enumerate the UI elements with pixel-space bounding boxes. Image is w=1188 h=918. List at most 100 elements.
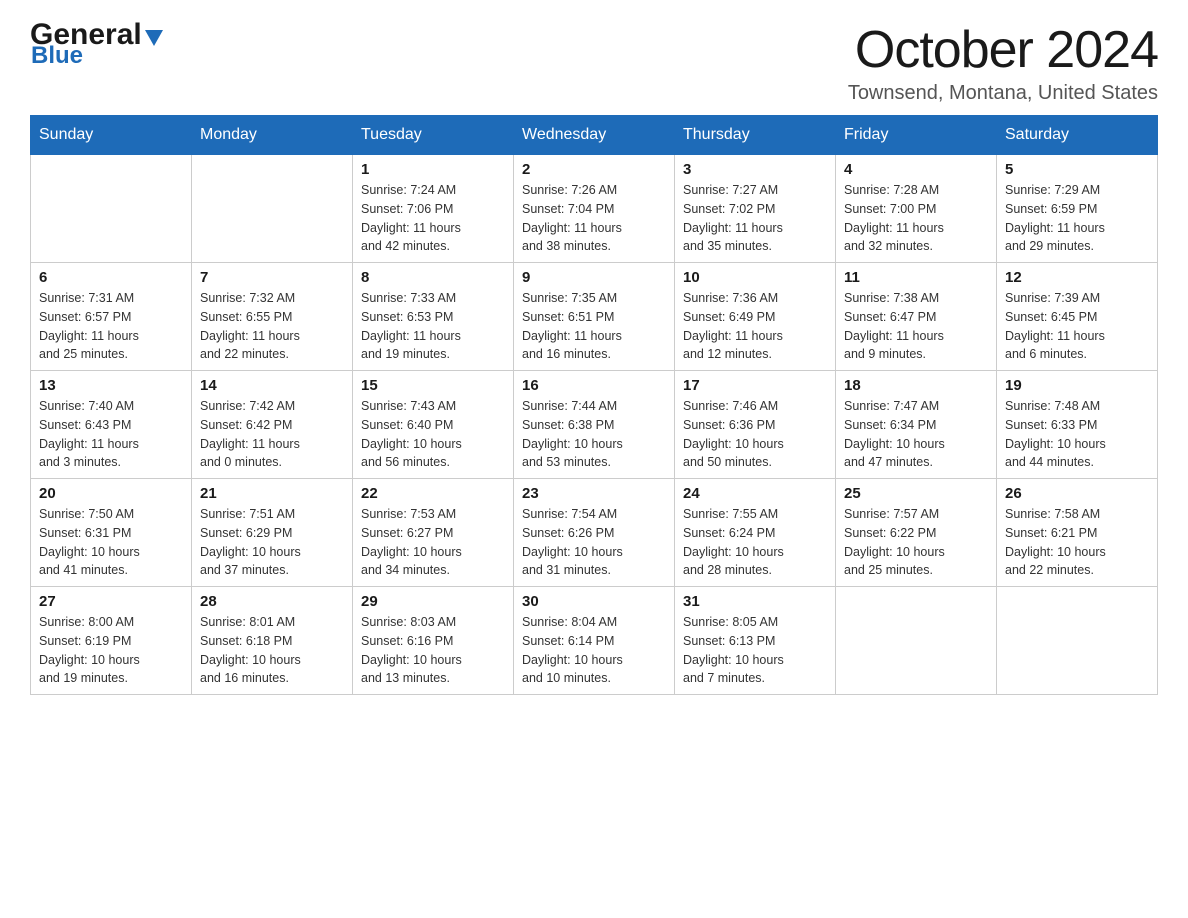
day-number: 10: [683, 269, 827, 286]
day-number: 4: [844, 161, 988, 178]
day-number: 23: [522, 485, 666, 502]
day-number: 14: [200, 377, 344, 394]
calendar-cell: 26Sunrise: 7:58 AM Sunset: 6:21 PM Dayli…: [997, 479, 1158, 587]
calendar-table: SundayMondayTuesdayWednesdayThursdayFrid…: [30, 115, 1158, 695]
day-info: Sunrise: 8:05 AM Sunset: 6:13 PM Dayligh…: [683, 613, 827, 688]
calendar-cell: [836, 587, 997, 695]
day-info: Sunrise: 8:04 AM Sunset: 6:14 PM Dayligh…: [522, 613, 666, 688]
calendar-cell: 5 Sunrise: 7:29 AM Sunset: 6:59 PM Daylig…: [997, 155, 1158, 263]
day-number: 26: [1005, 485, 1149, 502]
day-number: 28: [200, 593, 344, 610]
calendar-cell: 10 Sunrise: 7:36 AM Sunset: 6:49 PM Dayli…: [675, 263, 836, 371]
day-header-friday: Friday: [836, 116, 997, 155]
logo-triangle-icon: [143, 26, 165, 48]
day-header-sunday: Sunday: [31, 116, 192, 155]
calendar-cell: 22 Sunrise: 7:53 AM Sunset: 6:27 PM Dayli…: [353, 479, 514, 587]
calendar-cell: 1 Sunrise: 7:24 AM Sunset: 7:06 PM Daylig…: [353, 155, 514, 263]
day-number: 22: [361, 485, 505, 502]
week-row-3: 13 Sunrise: 7:40 AM Sunset: 6:43 PM Dayli…: [31, 371, 1158, 479]
calendar-cell: [31, 155, 192, 263]
week-row-1: 1 Sunrise: 7:24 AM Sunset: 7:06 PM Daylig…: [31, 155, 1158, 263]
day-number: 18: [844, 377, 988, 394]
day-header-monday: Monday: [192, 116, 353, 155]
calendar-body: 1 Sunrise: 7:24 AM Sunset: 7:06 PM Daylig…: [31, 155, 1158, 695]
day-number: 30: [522, 593, 666, 610]
day-info: Sunrise: 7:44 AM Sunset: 6:38 PM Dayligh…: [522, 397, 666, 472]
location-title: Townsend, Montana, United States: [848, 82, 1158, 105]
day-info: Sunrise: 7:47 AM Sunset: 6:34 PM Dayligh…: [844, 397, 988, 472]
calendar-cell: [997, 587, 1158, 695]
calendar-header: SundayMondayTuesdayWednesdayThursdayFrid…: [31, 116, 1158, 155]
calendar-cell: 31 Sunrise: 8:05 AM Sunset: 6:13 PM Dayli…: [675, 587, 836, 695]
month-title: October 2024: [848, 20, 1158, 80]
day-info: Sunrise: 7:39 AM Sunset: 6:45 PM Dayligh…: [1005, 289, 1149, 364]
calendar-cell: 6Sunrise: 7:31 AM Sunset: 6:57 PM Daylig…: [31, 263, 192, 371]
day-info: Sunrise: 7:38 AM Sunset: 6:47 PM Dayligh…: [844, 289, 988, 364]
calendar-cell: 14Sunrise: 7:42 AM Sunset: 6:42 PM Dayli…: [192, 371, 353, 479]
calendar-cell: 2 Sunrise: 7:26 AM Sunset: 7:04 PM Daylig…: [514, 155, 675, 263]
logo: General Blue: [30, 20, 165, 68]
day-info: Sunrise: 7:51 AM Sunset: 6:29 PM Dayligh…: [200, 505, 344, 580]
day-info: Sunrise: 7:32 AM Sunset: 6:55 PM Dayligh…: [200, 289, 344, 364]
day-number: 19: [1005, 377, 1149, 394]
calendar-cell: 13 Sunrise: 7:40 AM Sunset: 6:43 PM Dayli…: [31, 371, 192, 479]
day-info: Sunrise: 7:33 AM Sunset: 6:53 PM Dayligh…: [361, 289, 505, 364]
calendar-cell: 17 Sunrise: 7:46 AM Sunset: 6:36 PM Dayli…: [675, 371, 836, 479]
calendar-cell: 16Sunrise: 7:44 AM Sunset: 6:38 PM Dayli…: [514, 371, 675, 479]
day-info: Sunrise: 7:48 AM Sunset: 6:33 PM Dayligh…: [1005, 397, 1149, 472]
day-info: Sunrise: 7:46 AM Sunset: 6:36 PM Dayligh…: [683, 397, 827, 472]
calendar-cell: 27 Sunrise: 8:00 AM Sunset: 6:19 PM Dayli…: [31, 587, 192, 695]
day-header-thursday: Thursday: [675, 116, 836, 155]
day-info: Sunrise: 7:40 AM Sunset: 6:43 PM Dayligh…: [39, 397, 183, 472]
day-number: 17: [683, 377, 827, 394]
title-area: October 2024 Townsend, Montana, United S…: [848, 20, 1158, 105]
day-info: Sunrise: 7:50 AM Sunset: 6:31 PM Dayligh…: [39, 505, 183, 580]
calendar-cell: 21 Sunrise: 7:51 AM Sunset: 6:29 PM Dayli…: [192, 479, 353, 587]
day-number: 29: [361, 593, 505, 610]
day-number: 11: [844, 269, 988, 286]
day-info: Sunrise: 7:35 AM Sunset: 6:51 PM Dayligh…: [522, 289, 666, 364]
day-info: Sunrise: 7:26 AM Sunset: 7:04 PM Dayligh…: [522, 181, 666, 256]
day-info: Sunrise: 7:53 AM Sunset: 6:27 PM Dayligh…: [361, 505, 505, 580]
day-info: Sunrise: 7:29 AM Sunset: 6:59 PM Dayligh…: [1005, 181, 1149, 256]
calendar-cell: 11 Sunrise: 7:38 AM Sunset: 6:47 PM Dayli…: [836, 263, 997, 371]
day-info: Sunrise: 7:28 AM Sunset: 7:00 PM Dayligh…: [844, 181, 988, 256]
day-info: Sunrise: 8:01 AM Sunset: 6:18 PM Dayligh…: [200, 613, 344, 688]
day-number: 21: [200, 485, 344, 502]
day-number: 25: [844, 485, 988, 502]
calendar-cell: 8Sunrise: 7:33 AM Sunset: 6:53 PM Daylig…: [353, 263, 514, 371]
calendar-cell: 9 Sunrise: 7:35 AM Sunset: 6:51 PM Daylig…: [514, 263, 675, 371]
calendar-cell: 18 Sunrise: 7:47 AM Sunset: 6:34 PM Dayli…: [836, 371, 997, 479]
day-number: 13: [39, 377, 183, 394]
day-number: 31: [683, 593, 827, 610]
calendar-cell: 29 Sunrise: 8:03 AM Sunset: 6:16 PM Dayli…: [353, 587, 514, 695]
day-header-tuesday: Tuesday: [353, 116, 514, 155]
day-number: 5: [1005, 161, 1149, 178]
week-row-2: 6Sunrise: 7:31 AM Sunset: 6:57 PM Daylig…: [31, 263, 1158, 371]
calendar-cell: 19 Sunrise: 7:48 AM Sunset: 6:33 PM Dayli…: [997, 371, 1158, 479]
day-number: 2: [522, 161, 666, 178]
day-header-saturday: Saturday: [997, 116, 1158, 155]
calendar-cell: 24Sunrise: 7:55 AM Sunset: 6:24 PM Dayli…: [675, 479, 836, 587]
day-info: Sunrise: 8:00 AM Sunset: 6:19 PM Dayligh…: [39, 613, 183, 688]
day-number: 27: [39, 593, 183, 610]
days-of-week-row: SundayMondayTuesdayWednesdayThursdayFrid…: [31, 116, 1158, 155]
calendar-cell: 4 Sunrise: 7:28 AM Sunset: 7:00 PM Daylig…: [836, 155, 997, 263]
day-info: Sunrise: 7:43 AM Sunset: 6:40 PM Dayligh…: [361, 397, 505, 472]
day-info: Sunrise: 7:24 AM Sunset: 7:06 PM Dayligh…: [361, 181, 505, 256]
day-number: 9: [522, 269, 666, 286]
day-info: Sunrise: 7:57 AM Sunset: 6:22 PM Dayligh…: [844, 505, 988, 580]
calendar-cell: 3Sunrise: 7:27 AM Sunset: 7:02 PM Daylig…: [675, 155, 836, 263]
week-row-5: 27 Sunrise: 8:00 AM Sunset: 6:19 PM Dayli…: [31, 587, 1158, 695]
day-number: 1: [361, 161, 505, 178]
calendar-cell: 15Sunrise: 7:43 AM Sunset: 6:40 PM Dayli…: [353, 371, 514, 479]
day-number: 6: [39, 269, 183, 286]
day-info: Sunrise: 7:27 AM Sunset: 7:02 PM Dayligh…: [683, 181, 827, 256]
day-info: Sunrise: 8:03 AM Sunset: 6:16 PM Dayligh…: [361, 613, 505, 688]
calendar-cell: 23Sunrise: 7:54 AM Sunset: 6:26 PM Dayli…: [514, 479, 675, 587]
calendar-cell: 28 Sunrise: 8:01 AM Sunset: 6:18 PM Dayli…: [192, 587, 353, 695]
week-row-4: 20Sunrise: 7:50 AM Sunset: 6:31 PM Dayli…: [31, 479, 1158, 587]
calendar-cell: 20Sunrise: 7:50 AM Sunset: 6:31 PM Dayli…: [31, 479, 192, 587]
day-info: Sunrise: 7:36 AM Sunset: 6:49 PM Dayligh…: [683, 289, 827, 364]
calendar-cell: 12Sunrise: 7:39 AM Sunset: 6:45 PM Dayli…: [997, 263, 1158, 371]
